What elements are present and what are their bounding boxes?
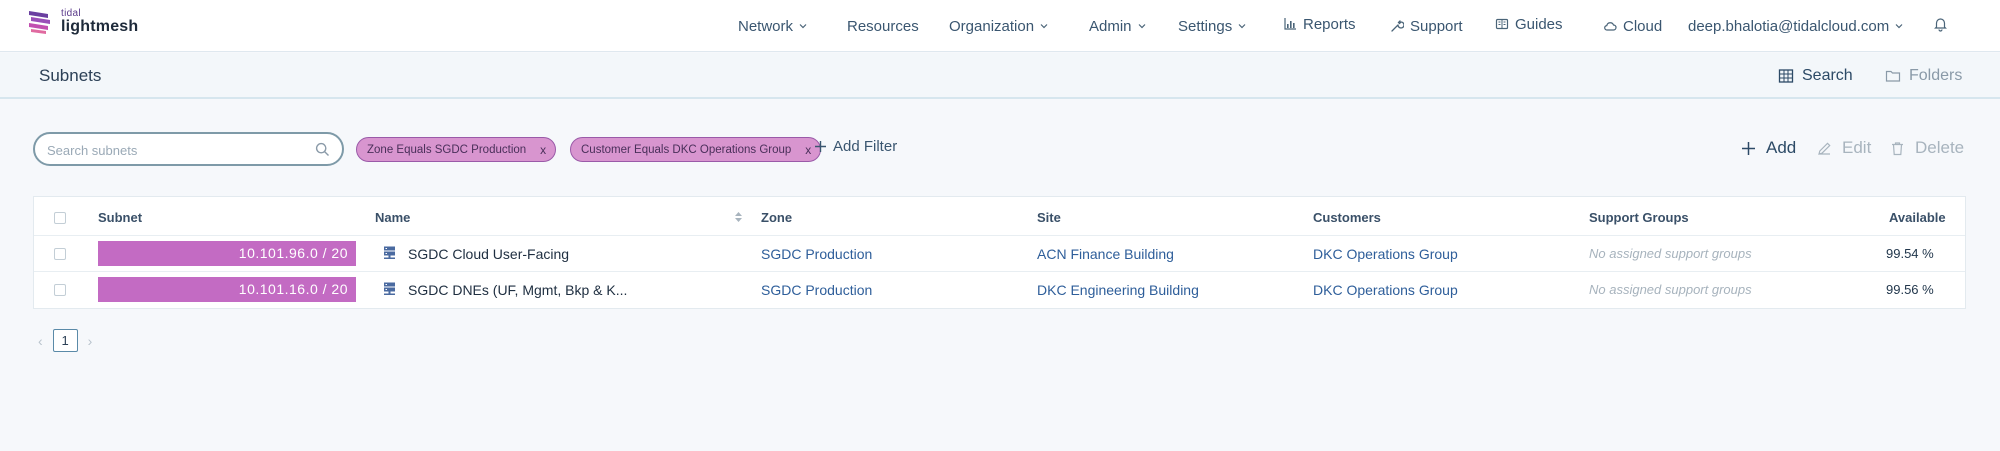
folders-view-label: Folders [1909,67,1963,84]
table-row[interactable]: 10.101.96.0 / 20 SGDC Cloud User-Facing … [34,235,1965,271]
site-link[interactable]: ACN Finance Building [1037,246,1174,262]
row-checkbox[interactable] [54,248,66,260]
page-header: Subnets Search Folders [0,53,2000,99]
col-support-groups[interactable]: Support Groups [1589,210,1689,225]
available-value: 99.54 % [1886,246,1934,261]
nav-organization-label: Organization [949,17,1035,35]
trash-icon [1892,141,1903,155]
nav-support[interactable]: Support [1390,16,1463,36]
row-checkbox[interactable] [54,284,66,296]
subnet-usage-bar[interactable]: 10.101.16.0 / 20 [98,277,356,302]
zone-link[interactable]: SGDC Production [761,282,872,298]
search-view-button[interactable]: Search [1778,67,1853,85]
support-groups-value: No assigned support groups [1589,282,1752,297]
pagination: ‹ 1 › [38,329,92,352]
remove-filter-button[interactable]: x [540,143,546,157]
customer-link[interactable]: DKC Operations Group [1313,282,1458,298]
add-filter-label: Add Filter [833,138,898,155]
page-title: Subnets [39,66,102,85]
plus-icon [815,141,826,152]
subnet-usage-bar[interactable]: 10.101.96.0 / 20 [98,241,356,266]
available-value: 99.56 % [1886,282,1934,297]
chevron-down-icon [1895,24,1903,29]
nav-cloud-label: Cloud [1623,17,1663,35]
chevron-down-icon [1040,24,1048,29]
chevron-down-icon [1138,24,1145,29]
plus-icon [1742,141,1755,155]
col-customers[interactable]: Customers [1313,210,1381,225]
bar-chart-icon [1284,18,1296,30]
select-all-checkbox[interactable] [54,212,66,224]
chevron-down-icon [799,24,807,29]
edit-button[interactable]: Edit [1817,138,1871,158]
pencil-icon [1818,141,1831,155]
nav-cloud[interactable]: Cloud [1603,16,1662,36]
table-row[interactable]: 10.101.16.0 / 20 SGDC DNEs (UF, Mgmt, Bk… [34,271,1965,307]
filter-chip-customer[interactable]: Customer Equals DKC Operations Group x [570,137,822,162]
col-zone[interactable]: Zone [761,210,792,225]
nav-admin[interactable]: Admin [1089,16,1146,36]
brand-name: lightmesh [61,17,139,35]
nav-guides-label: Guides [1515,15,1563,33]
server-icon [384,282,395,295]
top-navigation: tidal lightmesh Network Resources Organi… [0,0,2000,52]
nav-settings[interactable]: Settings [1178,16,1246,36]
support-groups-value: No assigned support groups [1589,246,1752,261]
logo-mark-icon [29,11,50,34]
nav-resources[interactable]: Resources [847,16,919,36]
prev-page-button[interactable]: ‹ [38,333,43,349]
search-box [33,132,344,166]
filter-chip-label: Customer Equals DKC Operations Group [581,143,792,156]
sort-icon[interactable] [734,211,743,223]
chevron-down-icon [1238,24,1246,29]
delete-label: Delete [1915,138,1965,157]
folder-icon [1885,70,1901,82]
folders-view-button[interactable]: Folders [1885,67,1962,85]
nav-guides[interactable]: Guides [1495,14,1563,34]
add-filter-button[interactable]: Add Filter [814,138,897,155]
nav-resources-label: Resources [847,17,919,35]
nav-support-label: Support [1410,17,1463,35]
next-page-button[interactable]: › [88,333,93,349]
filter-chip-label: Zone Equals SGDC Production [367,143,527,156]
nav-reports-label: Reports [1303,15,1356,33]
nav-admin-label: Admin [1089,17,1132,35]
user-menu[interactable]: deep.bhalotia@tidalcloud.com [1688,16,1903,36]
delete-button[interactable]: Delete [1890,138,1964,158]
brand-small: tidal [61,7,81,19]
subnet-name[interactable]: SGDC DNEs (UF, Mgmt, Bkp & K... [408,282,627,298]
subnet-name[interactable]: SGDC Cloud User-Facing [408,246,569,262]
edit-label: Edit [1842,138,1872,157]
customer-link[interactable]: DKC Operations Group [1313,246,1458,262]
book-icon [1495,18,1509,30]
col-available[interactable]: Available [1889,210,1946,225]
brand-logo[interactable]: tidal lightmesh [26,8,138,35]
search-view-label: Search [1802,67,1853,84]
nav-network-label: Network [738,17,794,35]
wrench-icon [1391,20,1404,32]
add-label: Add [1766,138,1797,157]
remove-filter-button[interactable]: x [805,143,811,157]
cloud-icon [1604,22,1617,31]
table-icon [1778,69,1794,83]
add-button[interactable]: Add [1741,138,1796,158]
col-subnet[interactable]: Subnet [98,210,142,225]
nav-reports[interactable]: Reports [1283,14,1356,34]
col-name[interactable]: Name [375,210,410,225]
search-icon[interactable] [315,142,330,157]
filter-chip-zone[interactable]: Zone Equals SGDC Production x [356,137,557,162]
search-input[interactable] [47,140,307,160]
nav-organization[interactable]: Organization [949,16,1048,36]
nav-settings-label: Settings [1178,17,1233,35]
site-link[interactable]: DKC Engineering Building [1037,282,1199,298]
subnets-table: Subnet Name Zone Site Customers Support … [33,196,1966,309]
user-email: deep.bhalotia@tidalcloud.com [1688,17,1890,35]
page-1-button[interactable]: 1 [52,329,78,352]
col-site[interactable]: Site [1037,210,1061,225]
server-icon [384,246,395,259]
bell-icon[interactable] [1933,16,1948,32]
zone-link[interactable]: SGDC Production [761,246,872,262]
nav-network[interactable]: Network [738,16,807,36]
